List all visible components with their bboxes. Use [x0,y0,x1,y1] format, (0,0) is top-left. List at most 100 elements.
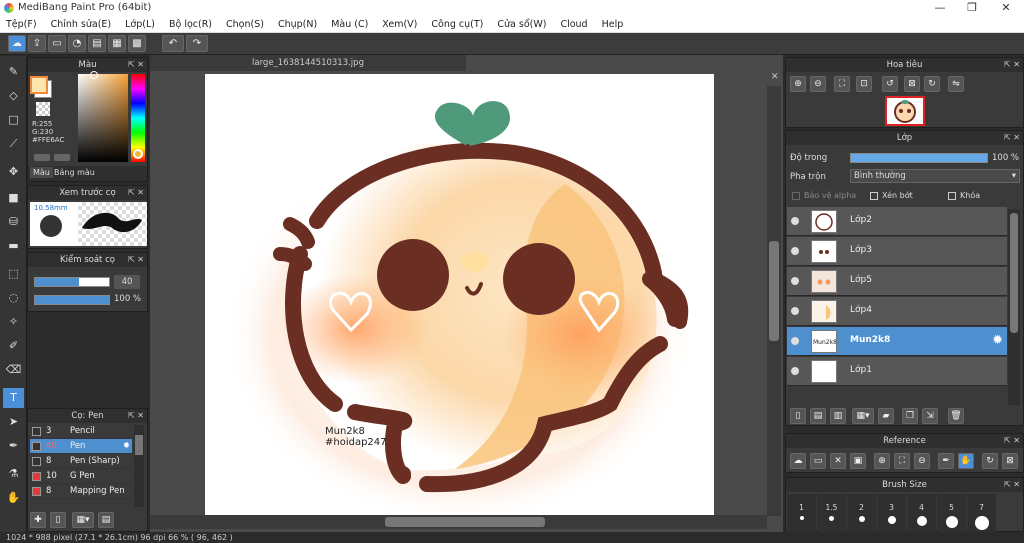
select-pen-tool-icon[interactable]: ✐ [3,336,24,356]
maximize-button[interactable]: ❐ [956,0,988,16]
comment-icon[interactable]: ▭ [48,35,66,52]
add-brush-icon[interactable]: ✚ [30,512,46,528]
brush-list-item[interactable]: 10 G Pen [30,469,132,484]
menu-help[interactable]: Help [602,19,624,30]
bucket-tool-icon[interactable]: ⛁ [3,212,24,232]
menu-color[interactable]: Màu (C) [331,19,368,30]
brush-settings-icon[interactable]: ▤ [98,512,114,528]
hue-slider-handle[interactable] [133,149,143,159]
brush-list-item[interactable]: 40 Pen ✹ [30,439,132,454]
select-eraser-tool-icon[interactable]: ⌫ [3,360,24,380]
reference-close-icon[interactable]: ✕ [830,453,846,469]
menu-tools[interactable]: Công cụ(T) [431,19,483,30]
merge-layer-icon[interactable]: ⇲ [922,408,938,424]
brush-size-cell[interactable]: 2 [847,494,876,532]
menu-window[interactable]: Cửa sổ(W) [497,19,546,30]
lock-checkbox[interactable] [948,192,956,200]
redo-icon[interactable]: ↷ [186,35,208,52]
layer-visibility-icon[interactable] [791,247,799,255]
brush-size-cell[interactable]: 1.5 [817,494,846,532]
layer-visibility-icon[interactable] [791,307,799,315]
brush-menu-icon[interactable]: ▦▾ [72,512,94,528]
tab-color[interactable]: Màu [30,167,53,178]
menu-filter[interactable]: Bộ lọc(R) [169,19,212,30]
layer-row[interactable]: Lớp2 [787,207,1007,236]
minimize-button[interactable]: — [924,0,956,16]
grid-icon[interactable]: ▩ [128,35,146,52]
add-layer-menu-icon[interactable]: ▦▾ [852,408,874,424]
layer-visibility-icon[interactable] [791,367,799,375]
gradient-tool-icon[interactable]: ▬ [3,236,24,256]
document-tab[interactable]: large_1638144510313.jpg [150,55,466,71]
menu-edit[interactable]: Chỉnh sửa(E) [51,19,112,30]
new-halftone-layer-icon[interactable]: ▤ [810,408,826,424]
tab-palette[interactable]: Bảng màu [54,168,95,177]
nav-zoom-out-icon[interactable]: ⊖ [810,76,826,92]
layer-opacity-slider[interactable] [850,153,988,163]
panel-close-icon[interactable]: ⇱ ✕ [128,253,144,267]
panel-close-icon[interactable]: ⇱ ✕ [128,409,144,423]
panel-close-icon[interactable]: ⇱ ✕ [1004,434,1020,448]
text-tool-icon[interactable]: T [3,388,24,408]
layer-row[interactable]: Lớp3 [787,237,1007,266]
brush-size-cell[interactable]: 7 [967,494,996,532]
chat-icon[interactable]: ◔ [68,35,86,52]
menu-cloud[interactable]: Cloud [560,19,587,30]
panel-close-icon[interactable]: ⇱ ✕ [1004,58,1020,72]
nav-rotate-right-icon[interactable]: ↻ [924,76,940,92]
color-saturation-value-picker[interactable] [78,74,128,162]
panel-close-icon[interactable]: ⇱ ✕ [128,58,144,72]
brush-tool-icon[interactable]: ✎ [3,62,24,82]
panel-close-icon[interactable]: ⇱ ✕ [1004,478,1020,492]
menu-view[interactable]: Xem(V) [382,19,417,30]
blend-mode-select[interactable]: Bình thường ▾ [850,169,1020,183]
nav-reset-icon[interactable]: ⊠ [904,76,920,92]
reference-open-icon[interactable]: ▭ [810,453,826,469]
brush-list-item[interactable]: 8 Mapping Pen [30,484,132,499]
hand-tool-icon[interactable]: ✋ [3,488,24,508]
reference-zoom-out-icon[interactable]: ⊖ [914,453,930,469]
layer-row[interactable]: Lớp5 [787,267,1007,296]
cloud-icon[interactable]: ☁ [8,35,26,52]
magic-wand-tool-icon[interactable]: ✧ [3,312,24,332]
color-picker-handle[interactable] [90,71,98,79]
delete-layer-icon[interactable]: 🗑 [948,408,964,424]
layer-visibility-icon[interactable] [791,217,799,225]
navigator-thumbnail[interactable] [885,96,925,126]
transparent-swatch[interactable] [36,102,50,116]
brush-copy-icon[interactable]: ▯ [50,512,66,528]
lasso-tool-icon[interactable]: ◌ [3,288,24,308]
material-icon[interactable]: ▦ [108,35,126,52]
brush-opacity-slider[interactable] [34,295,110,305]
tab-close-icon[interactable]: ✕ [771,72,779,82]
brush-list-scrollbar[interactable] [134,425,144,507]
layer-row[interactable]: Mun2k8 Mun2k8 ✹ [787,327,1007,356]
eyedropper-tool-icon[interactable]: ⚗ [3,464,24,484]
reference-image-icon[interactable]: ▣ [850,453,866,469]
undo-icon[interactable]: ↶ [162,35,184,52]
brush-size-input[interactable]: 40 [114,275,140,289]
reference-reset-icon[interactable]: ⊠ [1002,453,1018,469]
nav-rotate-left-icon[interactable]: ↺ [882,76,898,92]
layer-settings-gear-icon[interactable]: ✹ [992,333,1003,348]
move-tool-icon[interactable]: ✥ [3,162,24,182]
document-canvas[interactable]: Mun2k8 #hoidap247 [205,74,714,515]
brush-settings-gear-icon[interactable]: ✹ [123,439,130,454]
brush-size-cell[interactable]: 4 [907,494,936,532]
close-button[interactable]: ✕ [990,0,1022,16]
operation-tool-icon[interactable]: ➤ [3,412,24,432]
dropper-tool-icon[interactable]: ✒ [3,436,24,456]
reference-fit-icon[interactable]: ⛶ [894,453,910,469]
brush-size-cell[interactable]: 5 [937,494,966,532]
brush-list-item[interactable]: 8 Pen (Sharp) [30,454,132,469]
nav-flip-icon[interactable]: ⇋ [948,76,964,92]
layer-list-scrollbar[interactable] [1008,209,1020,405]
canvas-vertical-scrollbar[interactable] [767,86,781,516]
reference-cloud-icon[interactable]: ☁ [790,453,806,469]
duplicate-layer-icon[interactable]: ❐ [902,408,918,424]
clipping-checkbox[interactable] [870,192,878,200]
nav-zoom-in-icon[interactable]: ⊕ [790,76,806,92]
fill-rect-tool-icon[interactable]: ■ [3,188,24,208]
color-picker-button[interactable] [54,154,70,161]
nav-fit-icon[interactable]: ⛶ [834,76,850,92]
